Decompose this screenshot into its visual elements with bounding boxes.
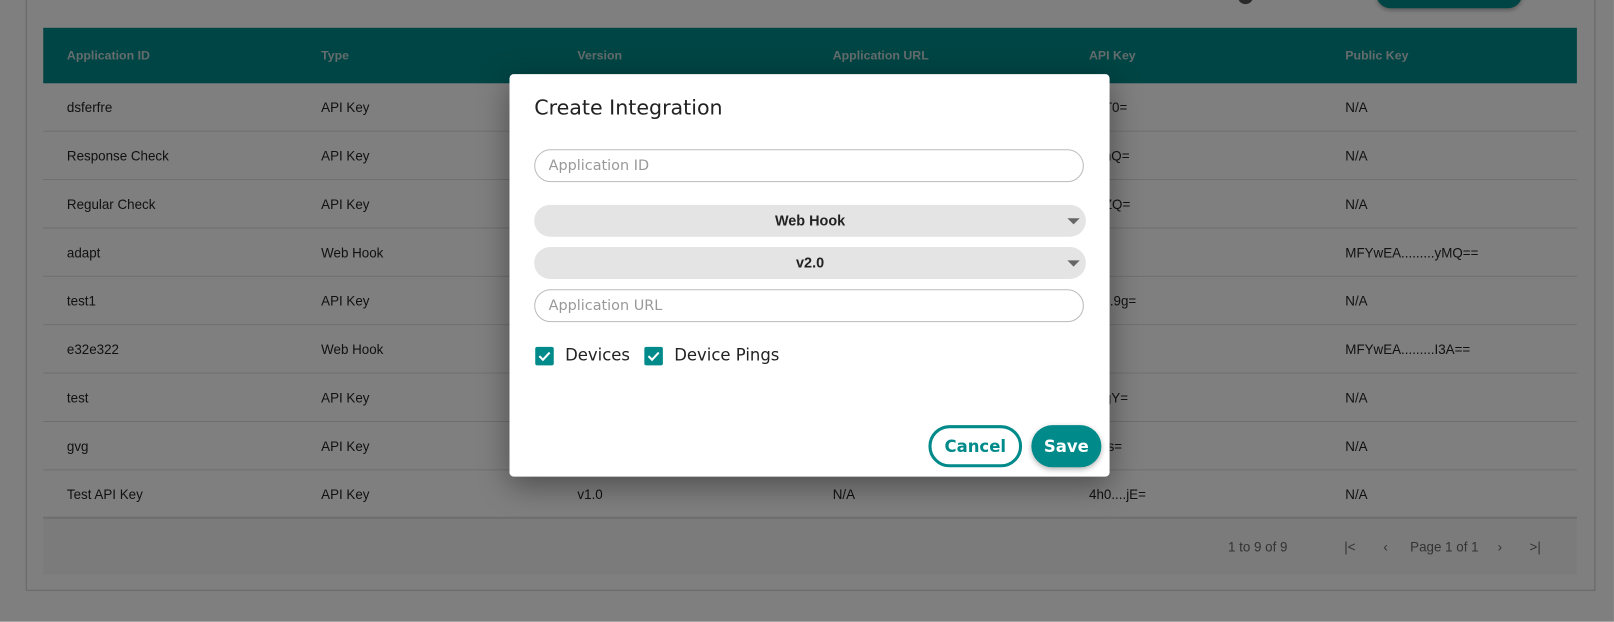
dialog-title: Create Integration bbox=[534, 94, 723, 120]
device-pings-checkbox[interactable] bbox=[644, 346, 663, 366]
version-select[interactable]: v2.0 bbox=[534, 247, 1086, 279]
version-select-value: v2.0 bbox=[796, 254, 825, 271]
application-url-input[interactable] bbox=[534, 289, 1084, 323]
type-select-value: Web Hook bbox=[774, 212, 846, 229]
create-integration-dialog: Create Integration Web Hook v2.0 Devices… bbox=[509, 74, 1110, 477]
cancel-button[interactable]: Cancel bbox=[928, 425, 1023, 468]
devices-checkbox[interactable] bbox=[535, 346, 554, 366]
check-icon bbox=[538, 351, 551, 362]
application-id-input[interactable] bbox=[534, 149, 1084, 183]
caret-down-icon bbox=[1067, 260, 1080, 267]
check-icon bbox=[647, 351, 660, 362]
type-select[interactable]: Web Hook bbox=[534, 204, 1086, 237]
devices-label: Devices bbox=[565, 344, 630, 365]
save-button[interactable]: Save bbox=[1031, 425, 1102, 468]
caret-down-icon bbox=[1067, 218, 1080, 225]
device-pings-label: Device Pings bbox=[674, 344, 780, 365]
